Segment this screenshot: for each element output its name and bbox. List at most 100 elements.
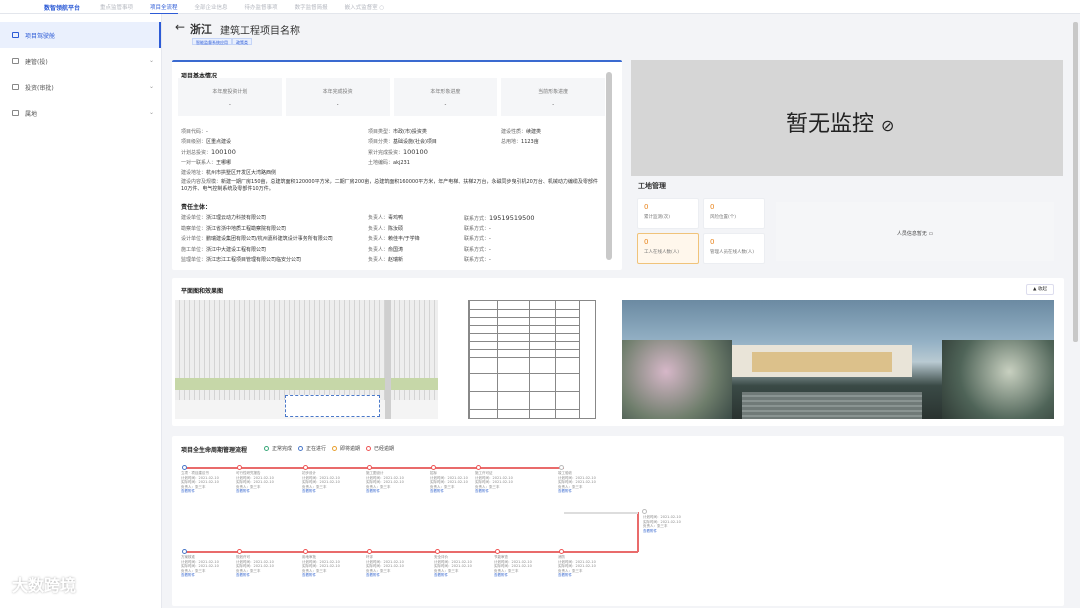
tab-4[interactable]: 数字监督简报 [295,3,328,14]
site-plan-image[interactable] [175,300,438,419]
id-card-icon: ▭ [928,231,934,237]
lifecycle-node[interactable] [367,465,372,470]
lifecycle-card: 项目全生命周期管理流程 [172,436,1064,606]
resp-unit: 设计单位：鹏瑞建设集团有限公司/杭州嘉科建筑设计事务所有限公司 [181,236,333,242]
watermark-logo: 大数跨境 [12,576,77,595]
resp-unit: 勘察单位：浙江省浙中地质工程勘察院有限公司 [181,225,287,232]
info-field: 总用地：1123亩 [501,139,539,145]
legend-item: 即将逾期 [332,445,360,452]
stat-item: 本年度投资计划 - [178,78,282,116]
node-info: 施工许可证 计划时间：2021-02-10 实际时间：2021-02-10 负责人：张… [475,471,513,493]
lifecycle-node[interactable] [303,465,308,470]
info-field: 建设地址：杭州市拱墅区开发区大湾路西侧 [181,170,277,176]
lifecycle-node[interactable] [476,465,481,470]
top-navigation: 数智领航平台 重点监管事项 项目全流程 全部企业信息 待办监督事项 数字监督简报… [0,0,1080,14]
node-info: 施工图设计 计划时间：2021-02-10 实际时间：2021-02-10 负责人：张… [366,471,404,493]
lifecycle-node[interactable] [237,549,242,554]
tab-1[interactable]: 项目全流程 [150,3,178,14]
info-field: 项目代码：- [181,129,208,135]
video-off-icon: ⊘ [881,116,895,135]
stat-box[interactable]: 0 累计监测(次) [637,198,699,229]
province-label: 浙江 [190,23,212,36]
lifecycle-node[interactable] [435,549,440,554]
no-monitor-text: 暂无监控 ⊘ [786,112,895,137]
resp-person: 负责人：俞国涛 [368,246,404,253]
resp-person: 负责人：赖佳丰/于学锋 [368,236,420,242]
lifecycle-node[interactable] [182,549,187,554]
resp-person: 负责人：赵瑞新 [368,257,404,263]
info-field: 累计完成投资：100100 [368,148,428,156]
legend-item: 正常完成 [264,445,292,452]
chevron-down-icon: ⌄ [148,109,154,116]
sidebar-item-local[interactable]: 属地 ⌄ [0,100,161,126]
lifecycle-node[interactable] [431,465,436,470]
tab-0[interactable]: 重点监管事项 [100,3,133,14]
section-title: 项目全生命周期管理流程 [181,447,248,454]
resp-person: 负责人：陈汝硕 [368,225,404,232]
resp-contact: 联系方式：- [464,257,491,263]
sidebar-item-cockpit[interactable]: 项目驾驶舱 [0,22,161,48]
lifecycle-node[interactable] [367,549,372,554]
legend-item: 正在进行 [298,445,326,452]
lifecycle-node[interactable] [237,465,242,470]
sidebar-item-invest[interactable]: 投资(审批) ⌄ [0,74,161,100]
page-title: 建筑工程项目名称 [220,26,300,37]
tag-badge: 智能监督系统应用 [192,38,232,45]
page-header: ← 浙江 建筑工程项目名称 智能监督系统应用 政策类 [172,18,1052,52]
resp-contact: 联系方式：19519519500 [464,214,535,222]
page-scrollbar[interactable] [1073,22,1078,342]
tab-2[interactable]: 全部企业信息 [195,3,228,14]
tag-badge: 政策类 [232,38,252,45]
monitor-icon [12,58,19,64]
chevron-down-icon: ⌄ [148,57,154,64]
brand-logo[interactable]: 数智领航平台 [44,3,80,12]
lifecycle-node[interactable] [559,549,564,554]
sidebar-item-build[interactable]: 建管(投) ⌄ [0,48,161,74]
resp-unit: 监理单位：浙江忠江工程项目管理有限公司临安分公司 [181,257,302,263]
lifecycle-node[interactable] [642,509,647,514]
monitor-icon [12,32,19,38]
stat-box[interactable]: 0 风险位置(个) [703,198,765,229]
info-field: 项目分类：基础设施(社会)项目 [368,139,437,145]
lifecycle-node[interactable] [495,549,500,554]
lifecycle-node[interactable] [303,549,308,554]
lifecycle-node[interactable] [182,465,187,470]
resp-contact: 联系方式：- [464,246,491,253]
monitor-icon [12,84,19,90]
info-field: 项目类型：市政(市)投资类 [368,129,427,135]
site-title: 工地管理 [638,182,666,190]
stat-box[interactable]: 0 工人在线人数(人) [637,233,699,264]
collapse-button[interactable]: ▲ 收起 [1026,284,1054,295]
stat-box[interactable]: 0 管理人员在线人数(人) [703,233,765,264]
lifecycle-node[interactable] [559,465,564,470]
node-info: 用地审批 计划时间：2021-02-10 实际时间：2021-02-10 负责人：张三… [302,555,340,577]
stats-row: 本年度投资计划 - 本年完成投资 - 本年形象进度 - 当前形象进度 - [178,78,605,116]
node-info: 环评 计划时间：2021-02-10 实际时间：2021-02-10 负责人：张三丰查… [366,555,404,577]
info-field: 土地编码：akj231 [368,160,410,166]
node-info: 节能审查 计划时间：2021-02-10 实际时间：2021-02-10 负责人：张三… [494,555,532,577]
scrollbar[interactable] [606,72,612,260]
sidebar: 项目驾驶舱 建管(投) ⌄ 投资(审批) ⌄ 属地 ⌄ [0,14,162,608]
section-title: 责任主体： [181,204,212,211]
stat-item: 本年完成投资 - [285,78,390,116]
top-tabs: 重点监管事项 项目全流程 全部企业信息 待办监督事项 数字监督简报 嵌入式监督室… [100,3,384,14]
rendering-image[interactable] [622,300,1054,419]
info-field: 建设性质：续建类 [501,129,542,135]
resp-contact: 联系方式：- [464,236,491,242]
node-info: 竣工验收 计划时间：2021-02-10 实际时间：2021-02-10 负责人：张三… [558,471,596,493]
section-title: 平面图和效果图 [181,288,224,295]
resp-unit: 建设单位：浙江理云动力科技有限公司 [181,215,267,221]
tab-3[interactable]: 待办监督事项 [245,3,278,14]
info-field: 一对一联系人：王哪哪 [181,160,232,166]
node-info: 消防 计划时间：2021-02-10 实际时间：2021-02-10 负责人：张三丰查… [558,555,596,577]
back-arrow-icon[interactable]: ← [175,20,185,34]
stat-item: 本年形象进度 - [393,78,498,116]
tab-5[interactable]: 嵌入式监督室 ○ [345,3,385,14]
spec-table-image[interactable] [468,300,596,419]
basic-info-card: 项目基本情况 本年度投资计划 - 本年完成投资 - 本年形象进度 - 当前形象进度 - … [172,60,622,270]
personnel-panel: 人员信息暂无 ▭ [776,202,1054,261]
resp-unit: 施工单位：浙江中大建设工程有限公司 [181,246,267,253]
node-info: 计划时间：2021-02-10 实际时间：2021-02-10 负责人：张三丰 查看附… [643,515,681,533]
info-field: 项目级别：区重点建设 [181,139,232,145]
resp-person: 负责人：毒鸡鸭 [368,215,404,221]
